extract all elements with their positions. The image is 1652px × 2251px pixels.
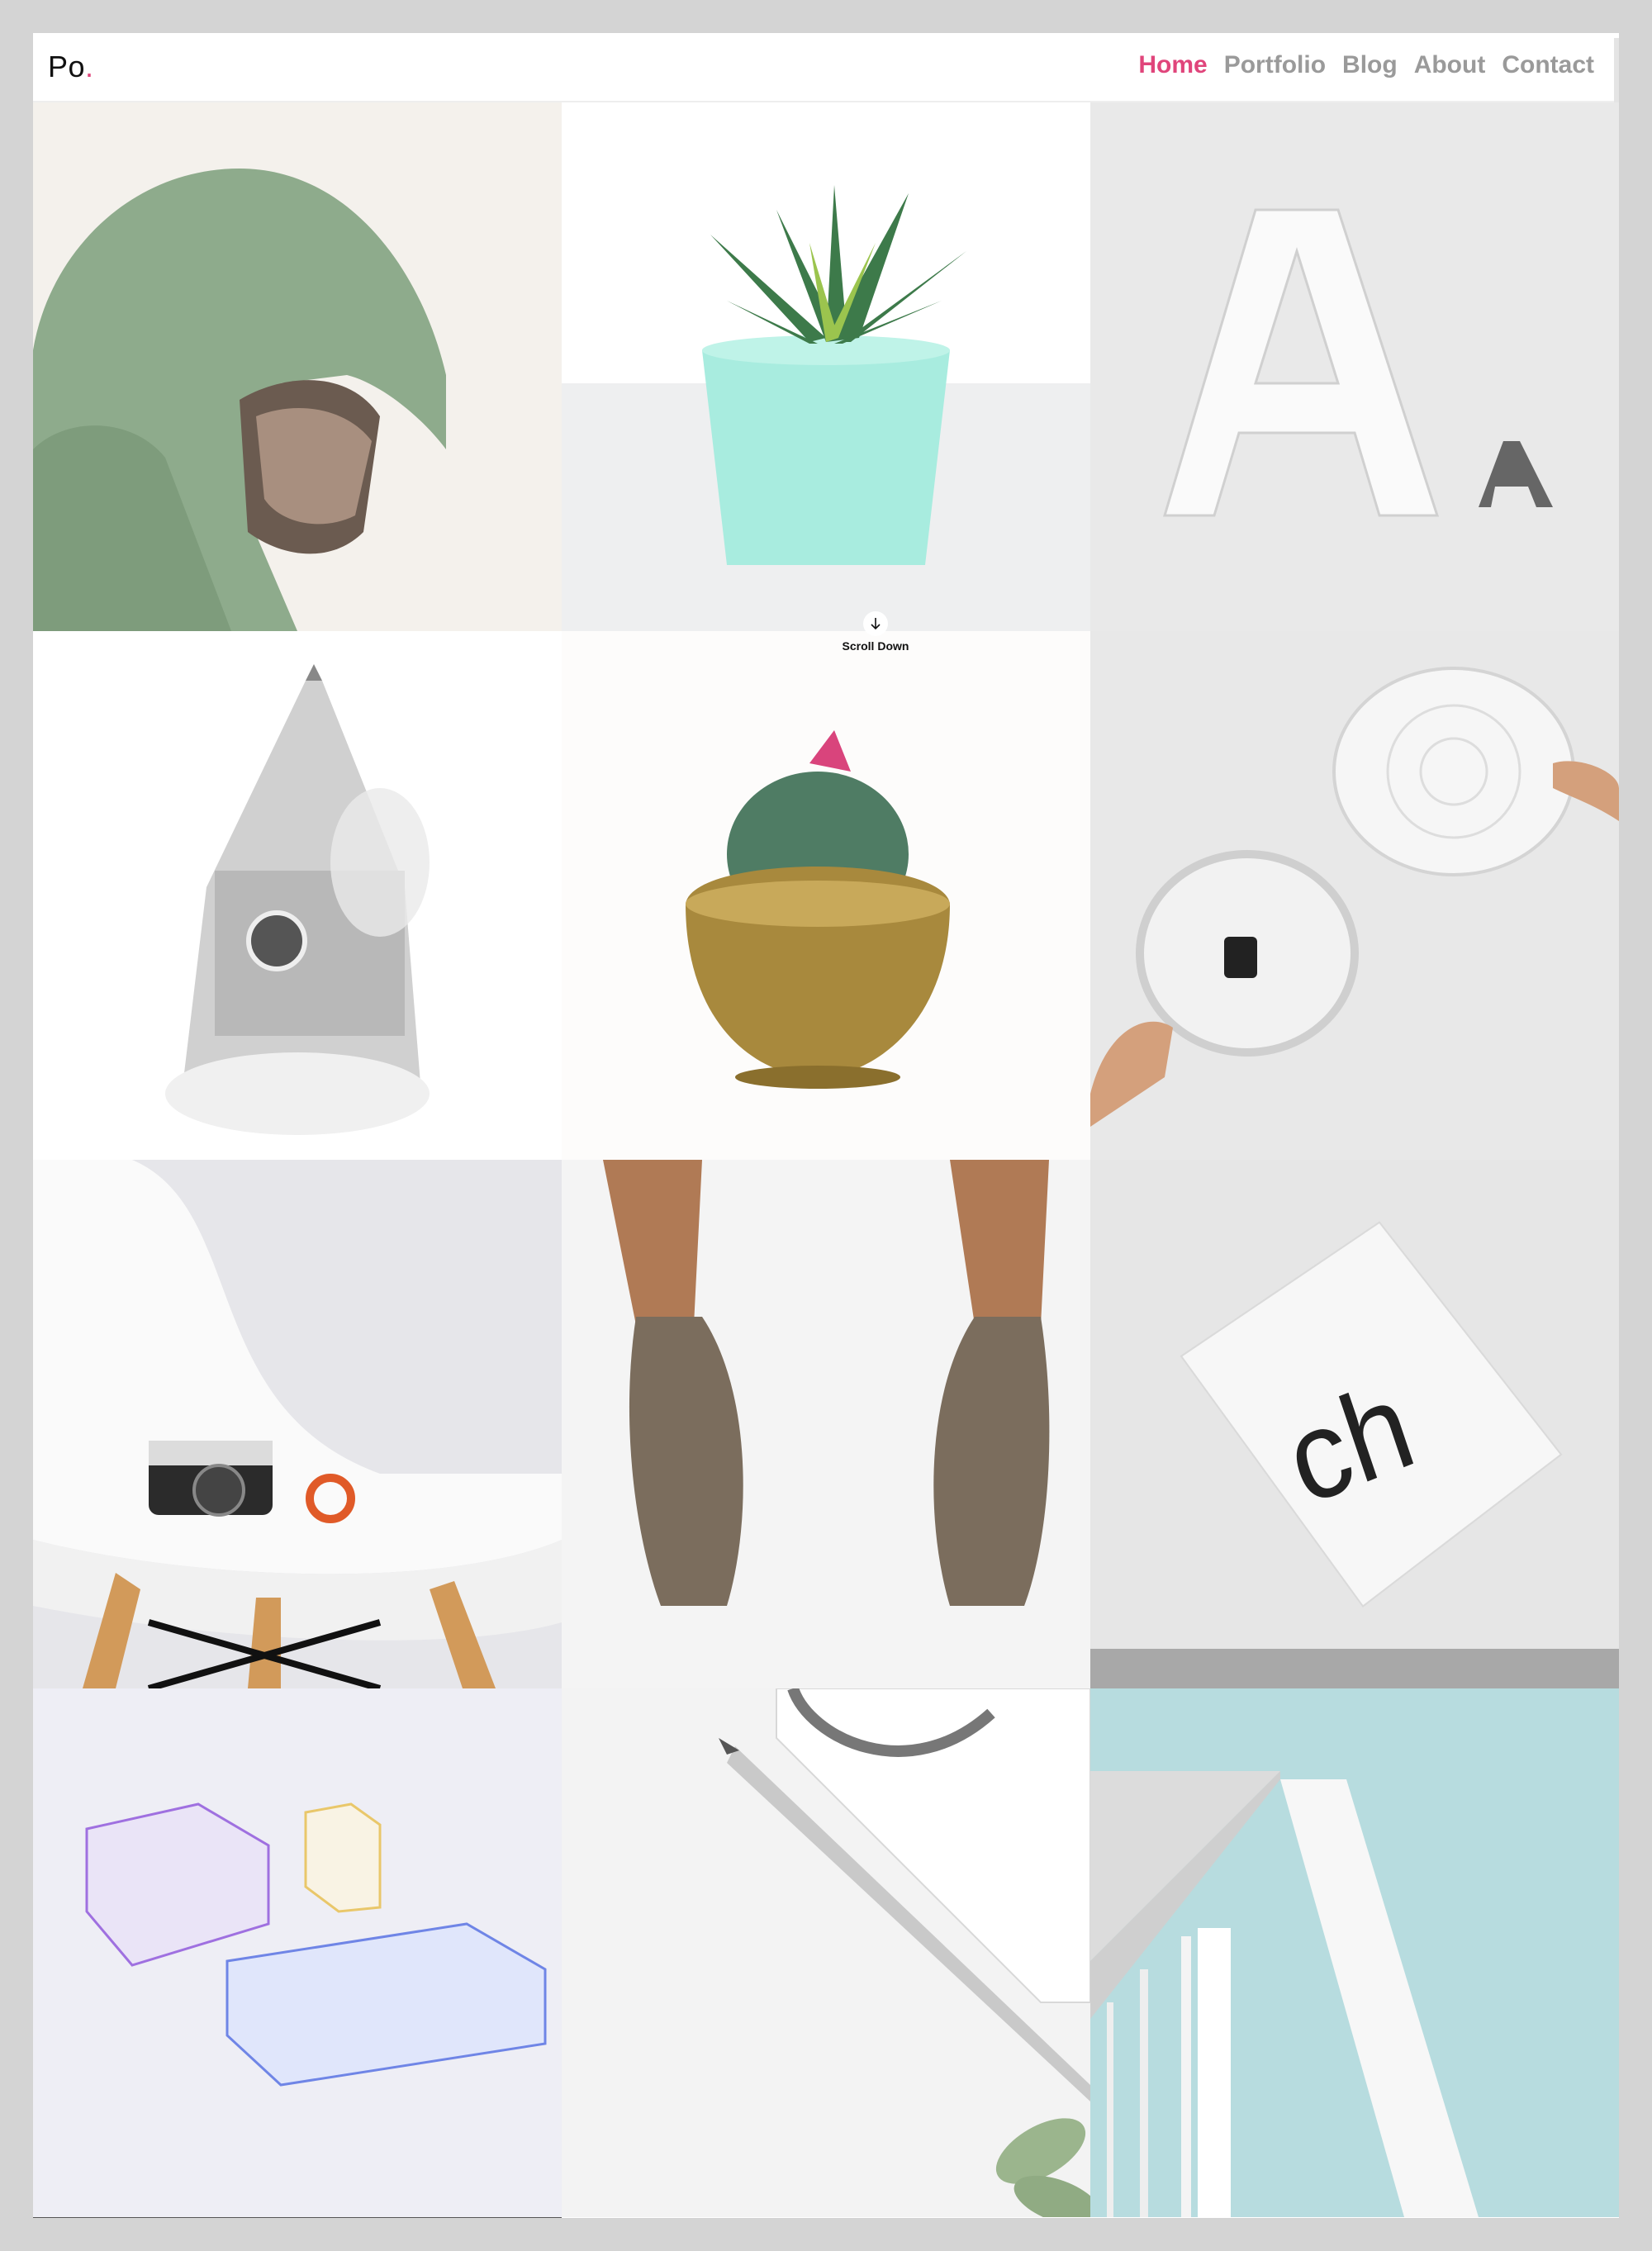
portfolio-item-building[interactable] [1090, 1688, 1619, 2217]
letter-a-image [1090, 102, 1619, 631]
portfolio-item-hooded-man[interactable] [33, 102, 562, 631]
logo-text: Po [48, 50, 86, 83]
wall-clock-image [1090, 631, 1619, 1160]
portfolio-item-wall-clock[interactable] [1090, 631, 1619, 1160]
scroll-down-label: Scroll Down [842, 639, 909, 653]
pencil-notebook-image [562, 1688, 1090, 2217]
portfolio-item-camera-chair[interactable] [33, 1160, 562, 1688]
nav-portfolio[interactable]: Portfolio [1224, 51, 1326, 79]
succulent-pot-image [562, 102, 1090, 631]
page-frame: Po. Home Portfolio Blog About Contact ch… [33, 33, 1619, 2218]
nav-blog[interactable]: Blog [1342, 51, 1398, 79]
camera-chair-image [33, 1160, 562, 1688]
logo-dot: . [85, 50, 94, 83]
arrow-down-icon[interactable] [863, 611, 888, 636]
portfolio-item-letter-a[interactable] [1090, 102, 1619, 631]
portfolio-item-pencil-notebook[interactable] [562, 1688, 1090, 2217]
ch-poster-image: ch [1090, 1160, 1619, 1688]
portfolio-item-clock-tower[interactable] [33, 631, 562, 1160]
bronze-hands-image [562, 1160, 1090, 1688]
portfolio-item-bronze-hands[interactable] [562, 1160, 1090, 1688]
nav-home[interactable]: Home [1138, 51, 1207, 79]
scroll-down-indicator[interactable]: Scroll Down [809, 611, 942, 653]
nav-about[interactable]: About [1414, 51, 1486, 79]
building-image [1090, 1688, 1619, 2217]
image-placeholder-strip [1090, 1649, 1619, 1688]
nav-contact[interactable]: Contact [1502, 51, 1594, 79]
portfolio-item-cactus-bowl[interactable] [562, 631, 1090, 1160]
main-nav: Home Portfolio Blog About Contact [1138, 51, 1594, 79]
glass-boxes-image [33, 1688, 562, 2217]
site-header: Po. Home Portfolio Blog About Contact [33, 33, 1619, 236]
portfolio-item-succulent-pot[interactable] [562, 102, 1090, 631]
hooded-man-image [33, 102, 562, 631]
portfolio-item-ch-poster[interactable]: ch [1090, 1160, 1619, 1688]
cactus-bowl-image [562, 631, 1090, 1160]
clock-tower-image [33, 631, 562, 1160]
bottom-divider [33, 2217, 562, 2218]
logo[interactable]: Po. [48, 50, 94, 84]
portfolio-item-glass-boxes[interactable] [33, 1688, 562, 2217]
